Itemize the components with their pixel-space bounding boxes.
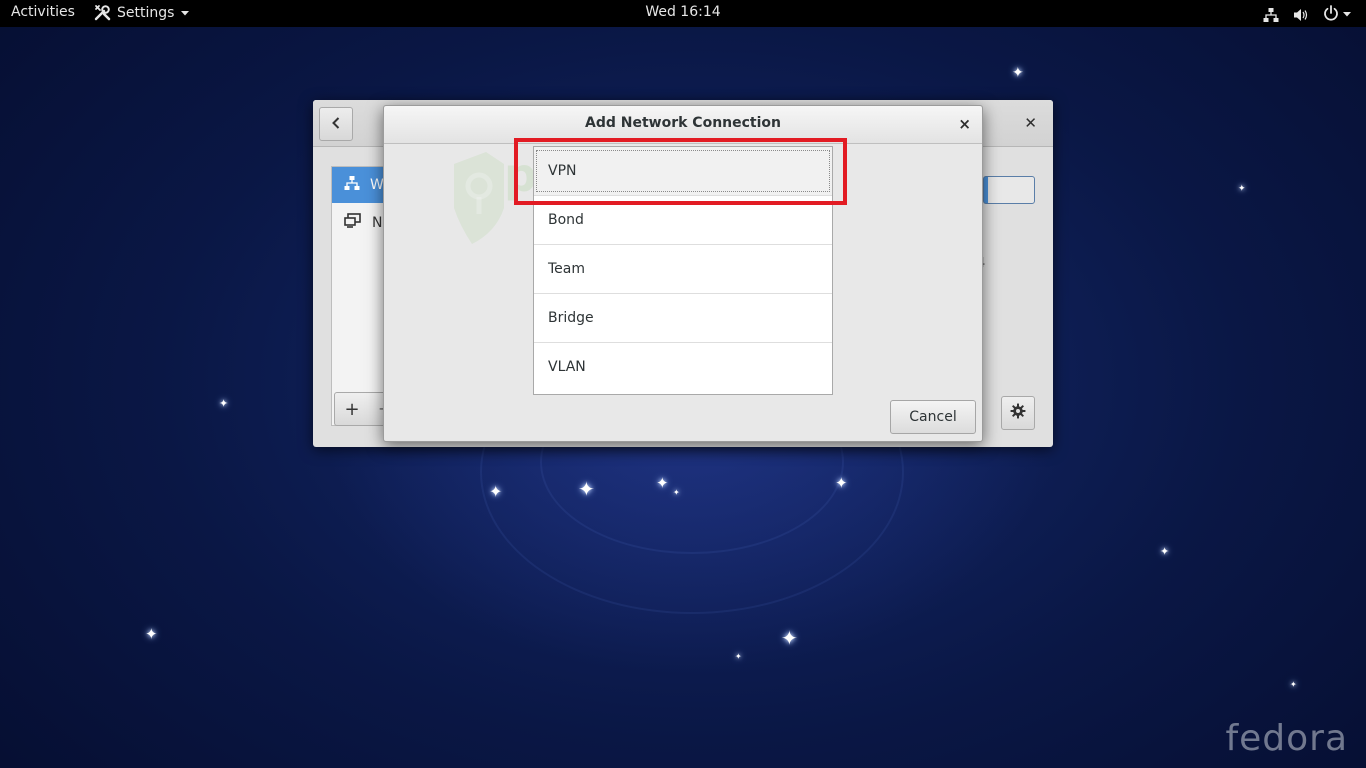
- volume-icon: [1293, 7, 1309, 23]
- clock[interactable]: Wed 16:14: [0, 4, 1366, 20]
- list-item-team[interactable]: Team: [534, 245, 832, 294]
- desktop-background: ✦ ✦ ✦ ✦ ✦ ✦ ✦ ✦ ✦ ✦ ✦ ✦ ✦ Activities Set…: [0, 0, 1366, 768]
- wired-network-status-icon: [1263, 7, 1279, 23]
- list-item-bridge[interactable]: Bridge: [534, 294, 832, 343]
- sidebar-item-network-proxy[interactable]: N: [332, 205, 384, 241]
- connection-settings-button[interactable]: [1001, 396, 1035, 430]
- star-decoration: ✦: [145, 625, 158, 643]
- star-decoration: ✦: [1290, 680, 1297, 689]
- chevron-down-icon: [1342, 7, 1352, 23]
- settings-tools-icon: [94, 4, 111, 21]
- wired-network-icon: [344, 175, 360, 195]
- star-decoration: ✦: [781, 626, 798, 650]
- star-decoration: ✦: [578, 477, 595, 501]
- star-decoration: ✦: [1012, 65, 1024, 81]
- gear-icon: [1010, 403, 1026, 423]
- back-button[interactable]: [319, 107, 353, 141]
- app-menu-button[interactable]: Settings: [94, 4, 190, 21]
- list-item-bond[interactable]: Bond: [534, 196, 832, 245]
- sidebar-item-label: W: [370, 177, 384, 193]
- star-decoration: ✦: [1160, 545, 1170, 558]
- star-decoration: ✦: [1238, 184, 1246, 194]
- activities-button[interactable]: Activities: [11, 4, 75, 20]
- star-decoration: ✦: [489, 482, 503, 501]
- dialog-close-button[interactable]: ×: [958, 115, 971, 133]
- star-decoration: ✦: [735, 652, 742, 661]
- connection-toggle-switch[interactable]: [983, 176, 1035, 204]
- power-icon: [1323, 5, 1339, 25]
- top-bar: Activities Settings Wed 16:14: [0, 0, 1366, 27]
- cancel-button[interactable]: Cancel: [890, 400, 976, 434]
- sidebar-item-label: N: [372, 215, 383, 231]
- network-sidebar: W N: [331, 166, 385, 426]
- system-tray[interactable]: [1263, 5, 1352, 25]
- chevron-down-icon: [180, 8, 190, 18]
- star-decoration: ✦: [673, 488, 680, 497]
- star-decoration: ✦: [835, 474, 848, 492]
- settings-close-button[interactable]: ✕: [1024, 114, 1037, 132]
- dialog-title: Add Network Connection: [585, 115, 781, 131]
- app-menu-label: Settings: [117, 4, 175, 21]
- power-menu: [1323, 5, 1352, 25]
- star-decoration: ✦: [219, 397, 229, 410]
- list-item-vpn[interactable]: VPN: [534, 147, 832, 196]
- star-decoration: ✦: [656, 474, 669, 492]
- dialog-header-bar: Add Network Connection ×: [384, 106, 982, 144]
- chevron-left-icon: [330, 115, 342, 134]
- fedora-logo: fedora: [1225, 718, 1348, 759]
- list-item-vlan[interactable]: VLAN: [534, 343, 832, 392]
- add-connection-button[interactable]: +: [334, 392, 370, 426]
- sidebar-item-wired[interactable]: W: [332, 167, 384, 203]
- add-network-connection-dialog: Add Network Connection × purevpn VPN Bon…: [383, 105, 983, 442]
- network-proxy-icon: [344, 213, 362, 233]
- connection-type-list: VPN Bond Team Bridge VLAN: [533, 146, 833, 395]
